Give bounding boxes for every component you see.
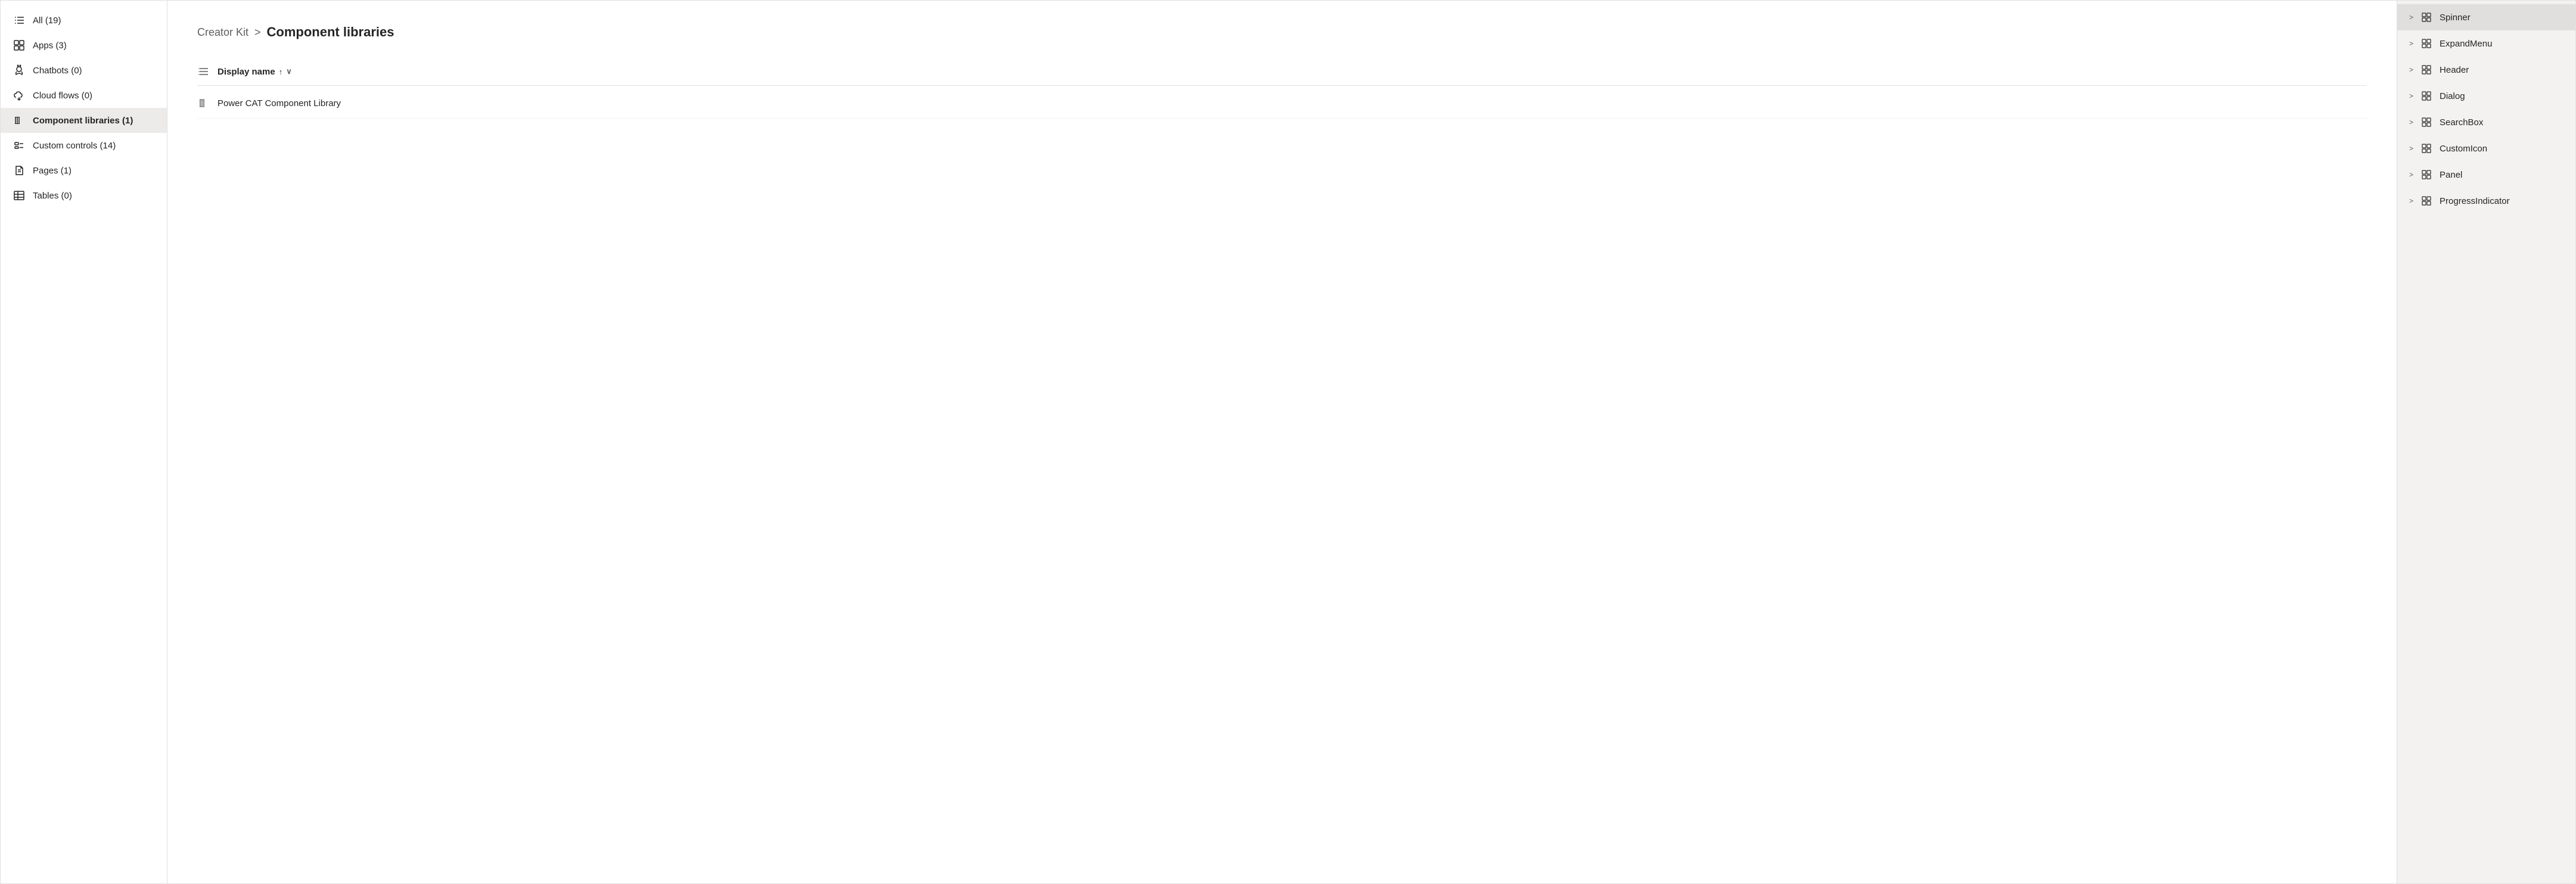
breadcrumb-current: Component libraries bbox=[267, 24, 394, 40]
table-row[interactable]: Power CAT Component Library bbox=[197, 88, 2367, 119]
right-sidebar: > Spinner > Ex bbox=[2397, 1, 2575, 883]
sort-descending-icon[interactable]: ∨ bbox=[286, 67, 292, 76]
right-item-custom-icon[interactable]: > CustomIcon bbox=[2397, 135, 2575, 162]
pages-icon bbox=[13, 164, 26, 177]
right-item-header-label: Header bbox=[2440, 65, 2563, 75]
sidebar-item-component-libraries-label: Component libraries (1) bbox=[33, 116, 133, 126]
component-icon-progress-indicator bbox=[2420, 195, 2432, 207]
chevron-right-icon-dialog: > bbox=[2409, 92, 2413, 100]
breadcrumb-parent[interactable]: Creator Kit bbox=[197, 26, 248, 39]
component-icon-search-box bbox=[2420, 116, 2432, 128]
tables-icon bbox=[13, 189, 26, 202]
sidebar-item-custom-controls[interactable]: Custom controls (14) bbox=[1, 133, 167, 158]
right-item-dialog[interactable]: > Dialog bbox=[2397, 83, 2575, 109]
main-content: Creator Kit > Component libraries Displa… bbox=[167, 1, 2397, 883]
chevron-right-icon-spinner: > bbox=[2409, 13, 2413, 21]
component-icon-expand-menu bbox=[2420, 38, 2432, 49]
right-item-spinner[interactable]: > Spinner bbox=[2397, 4, 2575, 30]
component-icon-dialog bbox=[2420, 90, 2432, 102]
sidebar-item-chatbots[interactable]: Chatbots (0) bbox=[1, 58, 167, 83]
list-icon bbox=[13, 14, 26, 27]
chevron-right-icon-custom-icon: > bbox=[2409, 144, 2413, 153]
library-icon bbox=[197, 97, 210, 110]
component-icon-spinner bbox=[2420, 11, 2432, 23]
chevron-right-icon-panel: > bbox=[2409, 170, 2413, 179]
component-icon-custom-icon bbox=[2420, 142, 2432, 154]
chevron-right-icon-expand-menu: > bbox=[2409, 39, 2413, 48]
left-sidebar: All (19) Apps (3) bbox=[1, 1, 167, 883]
chevron-right-icon-search-box: > bbox=[2409, 118, 2413, 126]
table-header: Display name ↑ ∨ bbox=[197, 58, 2367, 86]
chevron-right-icon-header: > bbox=[2409, 66, 2413, 74]
breadcrumb-separator: > bbox=[254, 26, 261, 39]
right-item-progress-indicator-label: ProgressIndicator bbox=[2440, 196, 2563, 206]
right-item-spinner-label: Spinner bbox=[2440, 13, 2563, 23]
right-item-progress-indicator[interactable]: > ProgressIndicator bbox=[2397, 188, 2575, 214]
sidebar-item-tables[interactable]: Tables (0) bbox=[1, 183, 167, 208]
sidebar-item-all-label: All (19) bbox=[33, 15, 61, 26]
right-item-search-box[interactable]: > SearchBox bbox=[2397, 109, 2575, 135]
component-icon-panel bbox=[2420, 169, 2432, 181]
component-icon-header bbox=[2420, 64, 2432, 76]
column-display-name[interactable]: Display name ↑ ∨ bbox=[217, 67, 292, 77]
sidebar-item-apps-label: Apps (3) bbox=[33, 41, 67, 51]
right-item-expand-menu[interactable]: > ExpandMenu bbox=[2397, 30, 2575, 57]
sidebar-item-cloud-flows[interactable]: Cloud flows (0) bbox=[1, 83, 167, 108]
right-item-panel-label: Panel bbox=[2440, 170, 2563, 180]
table-header-icon bbox=[197, 65, 210, 78]
sidebar-item-pages[interactable]: Pages (1) bbox=[1, 158, 167, 183]
right-item-custom-icon-label: CustomIcon bbox=[2440, 144, 2563, 154]
sidebar-item-all[interactable]: All (19) bbox=[1, 8, 167, 33]
sidebar-item-apps[interactable]: Apps (3) bbox=[1, 33, 167, 58]
breadcrumb: Creator Kit > Component libraries bbox=[197, 24, 2367, 40]
component-libraries-icon bbox=[13, 114, 26, 127]
chatbots-icon bbox=[13, 64, 26, 77]
sidebar-item-cloud-flows-label: Cloud flows (0) bbox=[33, 91, 92, 101]
custom-controls-icon bbox=[13, 139, 26, 152]
sidebar-item-pages-label: Pages (1) bbox=[33, 166, 72, 176]
sidebar-item-tables-label: Tables (0) bbox=[33, 191, 72, 201]
right-item-dialog-label: Dialog bbox=[2440, 91, 2563, 101]
chevron-right-icon-progress-indicator: > bbox=[2409, 197, 2413, 205]
sort-ascending-icon[interactable]: ↑ bbox=[279, 67, 283, 76]
row-label-power-cat: Power CAT Component Library bbox=[217, 98, 341, 108]
right-item-panel[interactable]: > Panel bbox=[2397, 162, 2575, 188]
apps-icon bbox=[13, 39, 26, 52]
right-item-expand-menu-label: ExpandMenu bbox=[2440, 39, 2563, 49]
sidebar-item-component-libraries[interactable]: Component libraries (1) bbox=[1, 108, 167, 133]
sidebar-item-chatbots-label: Chatbots (0) bbox=[33, 66, 82, 76]
right-item-header[interactable]: > Header bbox=[2397, 57, 2575, 83]
sidebar-item-custom-controls-label: Custom controls (14) bbox=[33, 141, 116, 151]
cloud-flows-icon bbox=[13, 89, 26, 102]
right-item-search-box-label: SearchBox bbox=[2440, 117, 2563, 128]
